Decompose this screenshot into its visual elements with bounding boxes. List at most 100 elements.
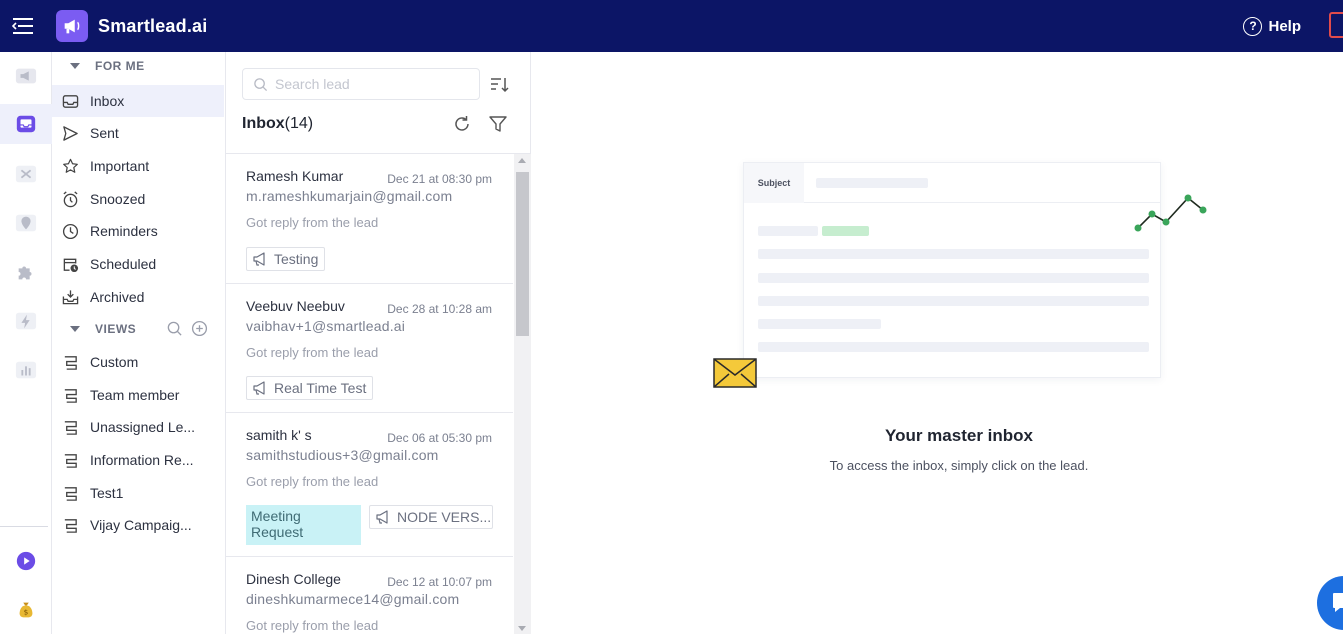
- caret-down-icon: [70, 63, 80, 69]
- empty-inbox-illustration: Subject: [743, 162, 1163, 392]
- rail-integrations[interactable]: [0, 252, 52, 292]
- add-view-icon[interactable]: [191, 320, 208, 337]
- scroll-thumb[interactable]: [516, 172, 529, 336]
- rail-tutorials[interactable]: [0, 541, 52, 581]
- folder-sidebar: FOR ME Inbox Sent Important Snoozed Remi…: [52, 52, 226, 634]
- rail-campaigns[interactable]: [0, 56, 52, 96]
- lead-date: Dec 21 at 08:30 pm: [387, 172, 492, 186]
- lead-name: samith k' s: [246, 427, 312, 443]
- lead-name: Dinesh College: [246, 571, 341, 587]
- lead-list-title: Inbox(14): [242, 115, 313, 133]
- email-preview-header: Subject: [744, 163, 1160, 203]
- views-section-toggle[interactable]: VIEWS: [70, 317, 136, 341]
- lead-list-title-label: Inbox: [242, 115, 285, 132]
- for-me-label: FOR ME: [95, 59, 145, 73]
- bolt-icon: [15, 312, 37, 330]
- folder-inbox[interactable]: Inbox: [52, 85, 224, 117]
- view-list-icon: [64, 355, 77, 370]
- placeholder-bar: [758, 342, 1149, 352]
- view-label: Team member: [90, 387, 180, 403]
- chat-support-button[interactable]: [1317, 576, 1343, 630]
- lead-list-pane: Inbox(14) Ramesh Kumar Dec 21 at 08:30 p…: [226, 52, 531, 634]
- rail-billing[interactable]: $: [0, 590, 52, 630]
- placeholder-bar: [816, 178, 928, 188]
- refresh-icon[interactable]: [452, 114, 472, 134]
- folder-snoozed[interactable]: Snoozed: [52, 183, 224, 215]
- folder-sent[interactable]: Sent: [52, 117, 224, 149]
- map-pin-icon: [15, 214, 37, 232]
- campaign-tag-label: NODE VERS...: [397, 509, 492, 525]
- view-label: Custom: [90, 354, 139, 370]
- folder-label: Reminders: [90, 223, 158, 239]
- lead-name: Veebuv Neebuv: [246, 298, 345, 314]
- lead-preview: Got reply from the lead: [246, 474, 379, 489]
- view-information-request[interactable]: Information Re...: [52, 444, 224, 476]
- icon-rail: $: [0, 52, 52, 634]
- placeholder-bar: [758, 296, 1149, 306]
- lead-item[interactable]: Dinesh College Dec 12 at 10:07 pm dinesh…: [226, 557, 513, 634]
- lead-item[interactable]: samith k' s Dec 06 at 05:30 pm samithstu…: [226, 413, 513, 557]
- search-lead-input[interactable]: [275, 76, 475, 92]
- megaphone-icon: [15, 68, 37, 84]
- placeholder-bar: [758, 273, 1149, 283]
- lead-email: vaibhav+1@smartlead.ai: [246, 318, 406, 334]
- campaign-tag[interactable]: Testing: [246, 247, 326, 271]
- empty-state-title: Your master inbox: [885, 426, 1033, 445]
- for-me-section-toggle[interactable]: FOR ME: [70, 54, 145, 78]
- megaphone-icon: [376, 510, 388, 524]
- scroll-down-arrow-icon[interactable]: [518, 626, 526, 631]
- lead-item[interactable]: Ramesh Kumar Dec 21 at 08:30 pm m.ramesh…: [226, 154, 513, 284]
- subject-chip: Subject: [744, 163, 804, 203]
- rail-automations[interactable]: [0, 301, 52, 341]
- money-bag-icon: $: [19, 602, 33, 618]
- lead-list-scrollbar[interactable]: [514, 154, 531, 634]
- status-tag-meeting-request[interactable]: Meeting Request: [246, 505, 361, 545]
- rail-locations[interactable]: [0, 203, 52, 243]
- menu-toggle-button[interactable]: [0, 0, 46, 52]
- view-label: Vijay Campaig...: [90, 517, 192, 533]
- megaphone-icon: [253, 252, 265, 266]
- help-circle-icon: ?: [1243, 16, 1263, 36]
- lead-date: Dec 06 at 05:30 pm: [387, 431, 492, 445]
- folder-label: Inbox: [90, 93, 125, 109]
- folder-reminders[interactable]: Reminders: [52, 215, 224, 247]
- lead-date: Dec 28 at 10:28 am: [387, 302, 492, 316]
- view-test1[interactable]: Test1: [52, 477, 224, 509]
- search-views-icon[interactable]: [166, 320, 183, 337]
- sort-icon[interactable]: [488, 74, 510, 96]
- star-icon: [63, 158, 78, 173]
- account-icon[interactable]: [1329, 12, 1343, 38]
- folder-important[interactable]: Important: [52, 150, 224, 182]
- alarm-clock-icon: [63, 190, 78, 207]
- views-label: VIEWS: [95, 322, 137, 336]
- view-custom[interactable]: Custom: [52, 346, 224, 378]
- scroll-up-arrow-icon[interactable]: [518, 158, 526, 163]
- lead-preview: Got reply from the lead: [246, 345, 379, 360]
- filter-icon[interactable]: [488, 114, 508, 134]
- archive-icon: [62, 289, 79, 304]
- brand-logo[interactable]: Smartlead.ai: [56, 10, 207, 42]
- lead-preview: Got reply from the lead: [246, 215, 379, 230]
- calendar-clock-icon: [63, 258, 79, 272]
- rail-divider: [0, 526, 48, 527]
- folder-scheduled[interactable]: Scheduled: [52, 248, 224, 280]
- view-unassigned-leads[interactable]: Unassigned Le...: [52, 411, 224, 443]
- lead-email: m.rameshkumarjain@gmail.com: [246, 188, 453, 204]
- help-button[interactable]: ? Help: [1243, 0, 1301, 52]
- crossed-tools-icon: [15, 165, 37, 183]
- lead-list: Ramesh Kumar Dec 21 at 08:30 pm m.ramesh…: [226, 153, 531, 634]
- smartlead-logo-icon: [56, 10, 88, 42]
- folder-archived[interactable]: Archived: [52, 281, 224, 313]
- campaign-tag[interactable]: NODE VERS...: [369, 505, 493, 529]
- rail-tools[interactable]: [0, 154, 52, 194]
- rail-master-inbox[interactable]: [0, 104, 52, 144]
- rail-analytics[interactable]: [0, 350, 52, 390]
- placeholder-bar: [758, 319, 881, 329]
- lead-item[interactable]: Veebuv Neebuv Dec 28 at 10:28 am vaibhav…: [226, 284, 513, 413]
- view-list-icon: [64, 486, 77, 501]
- view-vijay-campaign[interactable]: Vijay Campaig...: [52, 509, 224, 541]
- view-team-member[interactable]: Team member: [52, 379, 224, 411]
- campaign-tag[interactable]: Real Time Test: [246, 376, 374, 400]
- views-tools: [166, 320, 208, 337]
- folder-label: Scheduled: [90, 256, 157, 272]
